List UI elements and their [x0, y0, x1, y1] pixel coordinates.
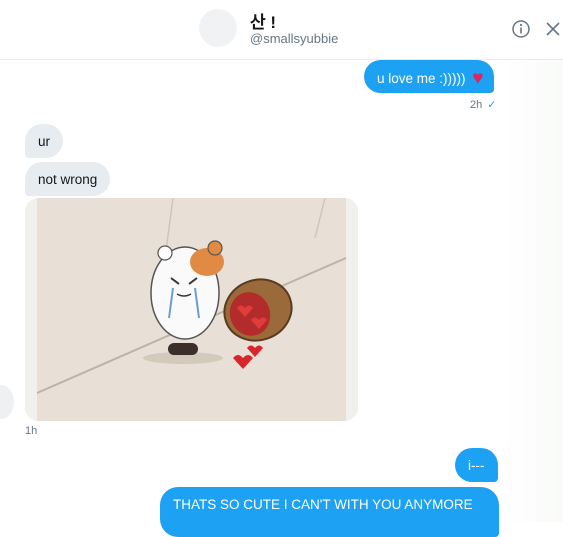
close-icon[interactable]	[545, 21, 561, 37]
message-text: i---	[468, 458, 485, 473]
message-text: not wrong	[38, 172, 98, 187]
message-timestamp: 2h	[470, 99, 483, 111]
conversation-header: 산 ! @smallsyubbie	[0, 0, 563, 60]
info-icon[interactable]	[511, 19, 531, 39]
scroll-indicator	[0, 385, 14, 419]
message-text: u love me :)))))	[377, 71, 466, 86]
message-text: ur	[38, 134, 51, 149]
message-bubble-outgoing[interactable]: i---	[455, 448, 498, 482]
message-timestamp: 1h	[25, 425, 38, 437]
message-bubble-incoming[interactable]: not wrong	[25, 162, 111, 196]
avatar[interactable]	[199, 9, 237, 47]
message-image[interactable]	[25, 198, 358, 421]
checkmark-icon: ✓	[487, 99, 497, 111]
user-handle[interactable]: @smallsyubbie	[250, 31, 338, 46]
message-bubble-outgoing[interactable]: THATS SO CUTE I CAN'T WITH YOU ANYMORE	[160, 487, 499, 537]
background-decoration	[503, 60, 563, 522]
heart-icon: ♥	[472, 68, 484, 89]
message-text: THATS SO CUTE I CAN'T WITH YOU ANYMORE	[173, 497, 473, 512]
message-bubble-incoming[interactable]: ur	[25, 124, 64, 158]
display-name[interactable]: 산 !	[250, 8, 276, 33]
hamster-illustration	[25, 198, 358, 421]
message-meta: 2h ✓	[470, 98, 496, 111]
message-bubble-outgoing[interactable]: u love me :))))) ♥	[364, 60, 494, 93]
